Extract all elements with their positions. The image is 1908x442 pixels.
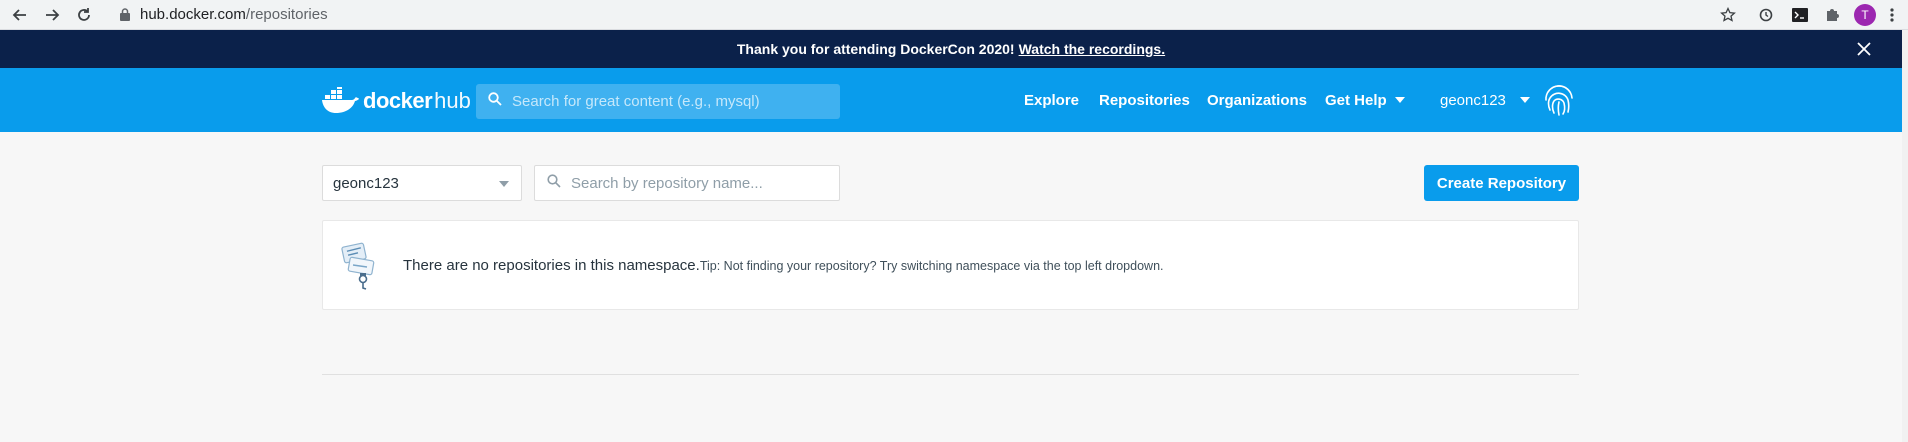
profile-avatar[interactable]: T bbox=[1854, 4, 1876, 26]
search-icon bbox=[547, 173, 561, 193]
lock-icon bbox=[120, 8, 130, 21]
reload-icon[interactable] bbox=[72, 3, 96, 27]
footer-divider bbox=[322, 374, 1579, 375]
nav-explore[interactable]: Explore bbox=[1024, 68, 1079, 132]
terminal-icon[interactable] bbox=[1788, 3, 1812, 27]
chevron-down-icon bbox=[499, 181, 509, 187]
repo-search-input[interactable] bbox=[571, 174, 839, 192]
create-repository-button[interactable]: Create Repository bbox=[1424, 165, 1579, 201]
banner-message: Thank you for attending DockerCon 2020! bbox=[736, 41, 1015, 57]
sync-icon[interactable] bbox=[1754, 3, 1778, 27]
banner-link[interactable]: Watch the recordings. bbox=[1019, 41, 1166, 57]
global-search-input[interactable] bbox=[512, 93, 840, 110]
empty-tip: Tip: Not finding your repository? Try sw… bbox=[699, 259, 1164, 273]
username: geonc123 bbox=[1440, 91, 1506, 109]
namespace-dropdown[interactable]: geonc123 bbox=[322, 165, 522, 201]
address-bar[interactable]: hub.docker.com/repositories bbox=[108, 2, 1738, 27]
site-header: dockerhub Explore Repositories Organizat… bbox=[0, 68, 1902, 132]
docker-hub-logo[interactable]: docker hub bbox=[321, 86, 471, 116]
empty-state-card: There are no repositories in this namesp… bbox=[322, 220, 1579, 310]
empty-repository-icon bbox=[341, 242, 375, 290]
namespace-value: geonc123 bbox=[333, 174, 399, 192]
fingerprint-icon[interactable] bbox=[1542, 82, 1576, 118]
nav-get-help-label: Get Help bbox=[1325, 91, 1387, 109]
chevron-down-icon bbox=[1394, 97, 1405, 103]
back-arrow-icon[interactable] bbox=[8, 3, 32, 27]
url-path: /repositories bbox=[245, 6, 328, 23]
nav-organizations[interactable]: Organizations bbox=[1207, 68, 1307, 132]
empty-message: There are no repositories in this namesp… bbox=[403, 257, 700, 274]
repo-search[interactable] bbox=[534, 165, 840, 201]
url-host: hub.docker.com bbox=[140, 6, 246, 23]
browser-toolbar: hub.docker.com/repositories T bbox=[0, 0, 1908, 30]
close-icon[interactable] bbox=[1854, 39, 1874, 59]
logo-text-docker: docker bbox=[363, 88, 433, 113]
search-icon bbox=[488, 92, 502, 111]
chevron-down-icon bbox=[1519, 97, 1530, 103]
page-scrollbar[interactable] bbox=[1902, 30, 1908, 442]
nav-get-help[interactable]: Get Help bbox=[1325, 68, 1405, 132]
kebab-menu-icon[interactable] bbox=[1884, 3, 1900, 27]
nav-repositories[interactable]: Repositories bbox=[1099, 68, 1190, 132]
forward-arrow-icon[interactable] bbox=[40, 3, 64, 27]
global-search[interactable] bbox=[476, 84, 840, 119]
logo-text-hub: hub bbox=[434, 88, 471, 113]
extensions-puzzle-icon[interactable] bbox=[1820, 3, 1844, 27]
announcement-banner: Thank you for attending DockerCon 2020! … bbox=[0, 30, 1902, 68]
user-menu[interactable]: geonc123 bbox=[1440, 68, 1530, 132]
star-icon[interactable] bbox=[1716, 3, 1740, 27]
empty-state-message: There are no repositories in this namesp… bbox=[403, 257, 1164, 274]
docker-whale-icon bbox=[322, 87, 359, 113]
